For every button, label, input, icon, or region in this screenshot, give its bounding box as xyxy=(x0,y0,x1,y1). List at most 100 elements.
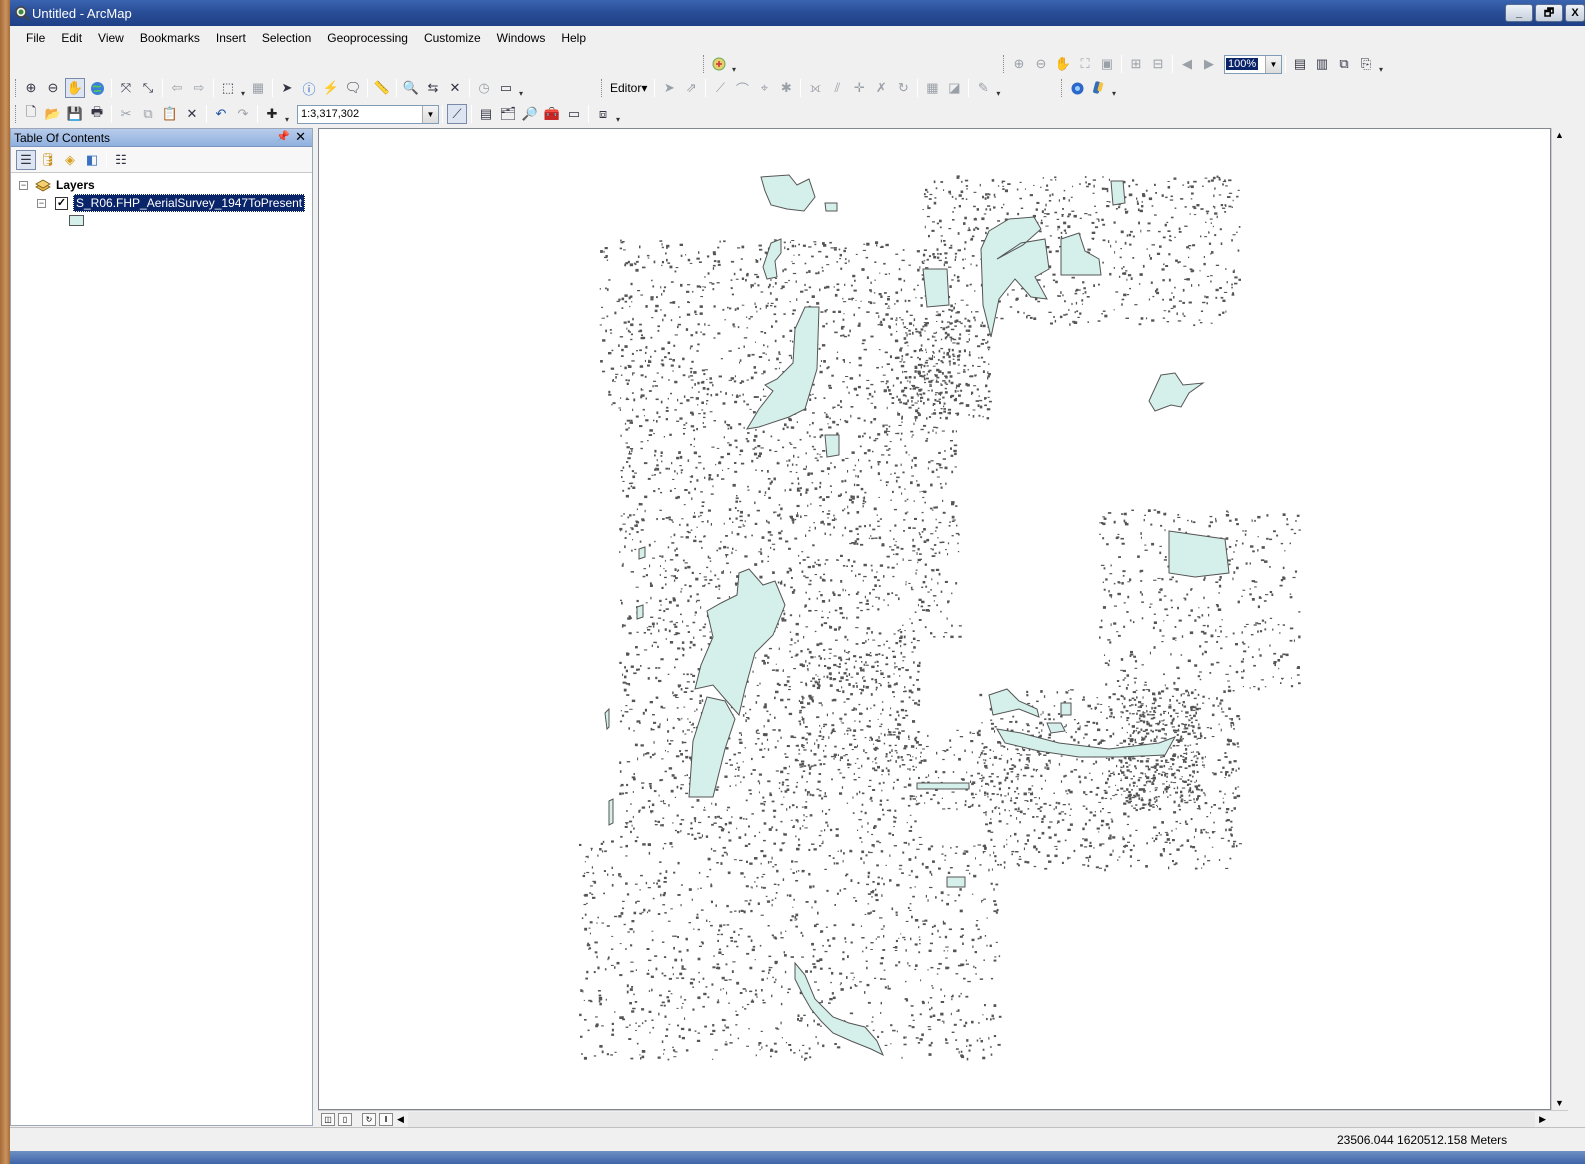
close-button[interactable]: X xyxy=(1565,4,1585,22)
layer-name[interactable]: S_R06.FHP_AerialSurvey_1947ToPresent xyxy=(73,194,306,212)
menu-geoprocessing[interactable]: Geoprocessing xyxy=(319,26,416,50)
fixed-zoom-in-icon[interactable]: ⤧ xyxy=(116,78,136,98)
reshape-feature-icon[interactable]: ⫽ xyxy=(827,78,847,98)
find-route-icon[interactable]: ⇆ xyxy=(423,78,443,98)
minimize-button[interactable]: _ xyxy=(1505,4,1533,22)
print-icon[interactable]: 🖶 xyxy=(87,104,107,124)
toolbar-overflow-icon[interactable]: ▾ xyxy=(730,54,738,74)
menu-bookmarks[interactable]: Bookmarks xyxy=(132,26,208,50)
menu-insert[interactable]: Insert xyxy=(208,26,254,50)
list-by-source-icon[interactable]: 🛢 xyxy=(38,150,58,170)
collapse-icon[interactable]: − xyxy=(19,180,28,190)
add-data-from-online-icon[interactable] xyxy=(1067,78,1087,98)
menu-windows[interactable]: Windows xyxy=(489,26,554,50)
catalog-window-icon[interactable]: 🗂 xyxy=(498,104,518,124)
toolbar-overflow-icon[interactable]: ▾ xyxy=(1377,54,1385,74)
map-scale-combo[interactable]: 1:3,317,302 ▼ xyxy=(297,104,439,124)
zoom-100-icon[interactable]: ▣ xyxy=(1097,54,1117,74)
layout-pan-icon[interactable]: ✋ xyxy=(1053,54,1073,74)
time-slider-icon[interactable]: ◷ xyxy=(474,78,494,98)
toolbar-overflow-icon[interactable]: ▾ xyxy=(994,78,1002,98)
point-icon[interactable]: ✱ xyxy=(776,78,796,98)
attributes-icon[interactable]: ▦ xyxy=(922,78,942,98)
polygon-legend-swatch[interactable] xyxy=(69,215,84,226)
menu-edit[interactable]: Edit xyxy=(53,26,90,50)
chevron-down-icon[interactable]: ▼ xyxy=(1265,55,1281,73)
undo-icon[interactable]: ↶ xyxy=(211,104,231,124)
split-tool-icon[interactable]: ✗ xyxy=(871,78,891,98)
hyperlink-icon[interactable]: ⚡ xyxy=(321,78,341,98)
fixed-zoom-out-icon[interactable]: ⊟ xyxy=(1148,54,1168,74)
clear-selection-icon[interactable]: ▦ xyxy=(248,78,268,98)
new-document-icon[interactable]: 🗋 xyxy=(21,104,41,124)
toolbar-overflow-icon[interactable]: ▾ xyxy=(614,104,622,124)
focus-data-frame-icon[interactable]: ▥ xyxy=(1312,54,1332,74)
toolbar-overflow-icon[interactable]: ▾ xyxy=(1110,78,1118,98)
chevron-down-icon[interactable]: ▾ xyxy=(239,78,247,98)
table-of-contents-icon[interactable]: ▤ xyxy=(476,104,496,124)
change-layout-icon[interactable]: ⧉ xyxy=(1334,54,1354,74)
create-viewer-window-icon[interactable]: ▭ xyxy=(496,78,516,98)
back-extent-icon[interactable]: ⇦ xyxy=(167,78,187,98)
sketch-properties-icon[interactable]: ◪ xyxy=(944,78,964,98)
data-driven-pages-icon[interactable]: ⎘ xyxy=(1356,54,1376,74)
title-bar[interactable]: Untitled - ArcMap _ 🗗 X xyxy=(10,0,1585,26)
cut-icon[interactable]: ✂ xyxy=(116,104,136,124)
menu-help[interactable]: Help xyxy=(553,26,594,50)
layers-group-row[interactable]: − Layers xyxy=(19,176,95,194)
add-data-icon[interactable]: ✚ xyxy=(262,104,282,124)
fixed-zoom-in-icon[interactable]: ⊞ xyxy=(1126,54,1146,74)
fixed-zoom-out-icon[interactable]: ⤡ xyxy=(138,78,158,98)
map-display[interactable] xyxy=(318,128,1551,1110)
full-extent-icon[interactable] xyxy=(87,78,107,98)
editor-toolbar-toggle-icon[interactable]: ⟋ xyxy=(447,104,467,124)
edit-vertices-icon[interactable]: ⟗ xyxy=(805,78,825,98)
identify-icon[interactable]: ⓘ xyxy=(299,78,319,98)
list-by-selection-icon[interactable]: ◧ xyxy=(82,150,102,170)
close-icon[interactable]: ✕ xyxy=(295,129,306,145)
modelbuilder-icon[interactable]: ⧈ xyxy=(593,104,613,124)
layer-visibility-checkbox[interactable]: ✓ xyxy=(55,196,68,210)
zoom-out-icon[interactable]: ⊖ xyxy=(43,78,63,98)
go-to-xy-icon[interactable]: ✕ xyxy=(445,78,465,98)
arctoolbox-icon[interactable]: 🧰 xyxy=(542,104,562,124)
select-elements-icon[interactable]: ➤ xyxy=(277,78,297,98)
menu-view[interactable]: View xyxy=(90,26,132,50)
cut-polygons-icon[interactable]: ✛ xyxy=(849,78,869,98)
toggle-draft-mode-icon[interactable]: ▤ xyxy=(1290,54,1310,74)
edit-tool-icon[interactable]: ➤ xyxy=(659,78,679,98)
rotate-icon[interactable]: ↻ xyxy=(893,78,913,98)
zoom-percent-combo[interactable]: 100% ▼ xyxy=(1224,54,1282,74)
python-window-icon[interactable]: ▭ xyxy=(564,104,584,124)
editor-menu-button[interactable]: Editor▾ xyxy=(606,78,651,98)
menu-customize[interactable]: Customize xyxy=(416,26,489,50)
delete-icon[interactable]: ✕ xyxy=(182,104,202,124)
search-window-icon[interactable]: 🔎 xyxy=(520,104,540,124)
end-point-arc-icon[interactable]: ⌒ xyxy=(732,78,752,98)
menu-selection[interactable]: Selection xyxy=(254,26,319,50)
layout-zoom-in-icon[interactable]: ⊕ xyxy=(1009,54,1029,74)
measure-icon[interactable]: 📏 xyxy=(372,78,392,98)
list-by-drawing-order-icon[interactable]: ☰ xyxy=(16,149,36,170)
select-features-icon[interactable]: ⬚ xyxy=(218,78,238,98)
menu-file[interactable]: File xyxy=(18,26,53,50)
options-icon[interactable]: ☷ xyxy=(111,150,131,170)
toolbar-overflow-icon[interactable]: ▾ xyxy=(517,78,525,98)
create-features-icon[interactable]: ✎ xyxy=(973,78,993,98)
collapse-icon[interactable]: − xyxy=(37,198,46,208)
layout-zoom-out-icon[interactable]: ⊖ xyxy=(1031,54,1051,74)
copy-icon[interactable]: ⧉ xyxy=(138,104,158,124)
html-popup-icon[interactable]: 🗨 xyxy=(343,78,363,98)
pan-icon[interactable]: ✋ xyxy=(65,78,85,98)
forward-extent-icon[interactable]: ⇨ xyxy=(189,78,209,98)
restore-button[interactable]: 🗗 xyxy=(1535,4,1563,22)
redo-icon[interactable]: ↷ xyxy=(233,104,253,124)
pin-icon[interactable]: 📌 xyxy=(276,130,290,143)
map-canvas[interactable] xyxy=(319,129,1550,1109)
save-icon[interactable]: 💾 xyxy=(65,104,85,124)
zoom-in-icon[interactable]: ⊕ xyxy=(21,78,41,98)
list-by-visibility-icon[interactable]: ◈ xyxy=(60,150,80,170)
open-folder-icon[interactable]: 📂 xyxy=(43,104,63,124)
python-icon[interactable] xyxy=(1089,78,1109,98)
edit-annotation-icon[interactable]: ⇗ xyxy=(681,78,701,98)
